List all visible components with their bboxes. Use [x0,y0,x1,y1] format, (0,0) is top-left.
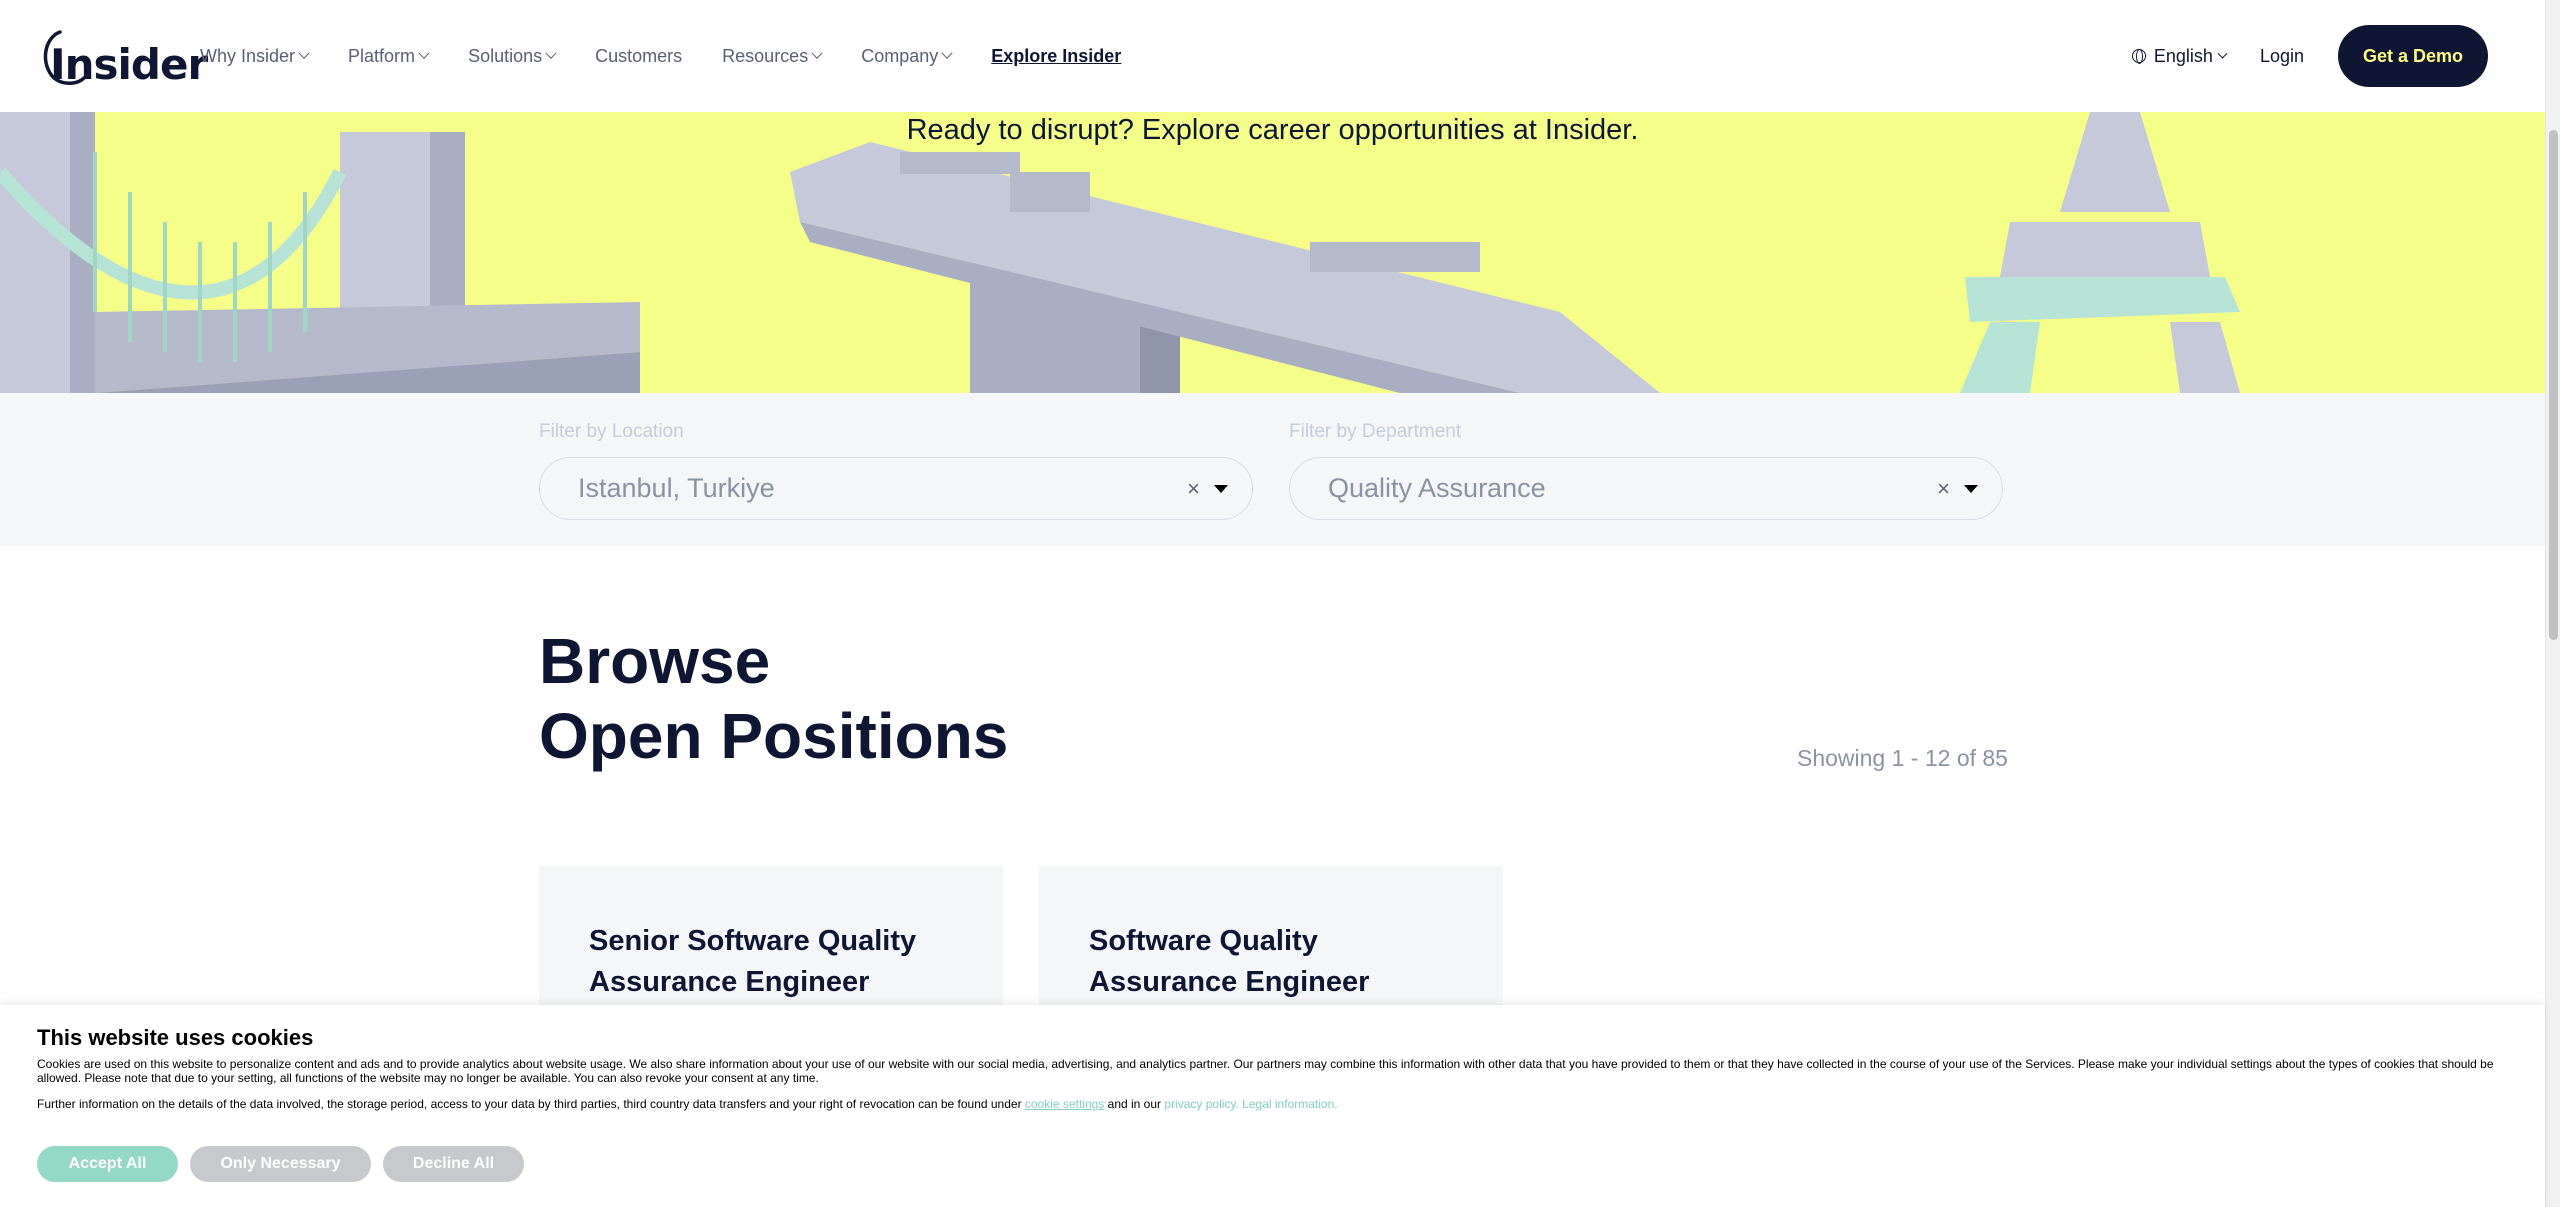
nav-label: Platform [348,45,416,66]
cookie-more-middle: and in our [1107,1097,1162,1111]
nav-label: Explore Insider [991,45,1122,66]
nav-label: Customers [595,45,683,66]
nav-explore-insider[interactable]: Explore Insider [991,40,1121,72]
nav-solutions[interactable]: Solutions [468,40,557,72]
department-select[interactable]: Quality Assurance × [1289,457,2003,520]
scrollbar-thumb[interactable] [2549,130,2558,640]
hero-banner: Ready to disrupt? Explore career opportu… [0,112,2545,393]
page-title-line1: Browse [539,625,771,697]
cookie-banner: This website uses cookies Cookies are us… [0,1005,2545,1207]
cookie-actions: Accept All Only Necessary Decline All [37,1146,524,1182]
hero-illustration [0,112,2240,393]
chevron-down-icon [941,47,953,59]
location-select[interactable]: Istanbul, Turkiye × [539,457,1253,520]
location-filter-label: Filter by Location [539,421,684,442]
department-filter: Filter by Department Quality Assurance × [1289,421,2003,520]
page-scrollbar[interactable] [2545,0,2560,1207]
main-nav: Why Insider Platform Solutions Customers… [200,40,1161,72]
clear-icon[interactable]: × [1937,476,1950,502]
clear-icon[interactable]: × [1187,476,1200,502]
cookie-description: Cookies are used on this website to pers… [37,1057,2494,1085]
chevron-down-icon [811,47,823,59]
nav-company[interactable]: Company [861,40,953,72]
caret-down-icon[interactable] [1214,484,1228,493]
nav-label: Solutions [468,45,543,66]
page-title: Browse Open Positions [539,624,1008,774]
chevron-down-icon [298,47,310,59]
logo-text: Insider [50,40,208,89]
location-filter: Filter by Location Istanbul, Turkiye × [539,421,1253,520]
accept-all-button[interactable]: Accept All [37,1146,178,1182]
results-count: Showing 1 - 12 of 85 [1797,745,2008,771]
nav-platform[interactable]: Platform [348,40,430,72]
language-label: English [2153,45,2213,66]
hero-title: Ready to disrupt? Explore career opportu… [906,114,1639,146]
cookie-more-prefix: Further information on the details of th… [37,1097,1022,1111]
nav-customers[interactable]: Customers [595,40,682,72]
cookie-settings-link[interactable]: cookie settings [1025,1097,1104,1111]
nav-label: Company [861,45,939,66]
chevron-down-icon [418,47,430,59]
cookie-more-info: Further information on the details of th… [37,1097,1338,1111]
job-title: Senior Software Quality Assurance Engine… [589,925,917,998]
privacy-policy-link[interactable]: privacy policy. [1164,1097,1238,1111]
header-actions: English Login Get a Demo [2131,25,2488,87]
filter-bar: Filter by Location Istanbul, Turkiye × F… [0,393,2545,546]
department-filter-label: Filter by Department [1289,421,1462,442]
cookie-title: This website uses cookies [37,1025,314,1050]
nav-label: Resources [722,45,809,66]
nav-why-insider[interactable]: Why Insider [200,40,310,72]
chevron-down-icon [545,47,557,59]
location-select-value: Istanbul, Turkiye [578,473,775,503]
page-title-line2: Open Positions [539,700,1009,772]
tower-illustration [1960,112,2240,393]
get-demo-button[interactable]: Get a Demo [2338,25,2488,87]
caret-down-icon[interactable] [1964,484,1978,493]
globe-icon [2131,49,2146,64]
chevron-down-icon [2217,48,2228,59]
ship-illustration [790,142,1660,393]
insider-logo[interactable]: Insider [38,26,208,89]
bridge-illustration [0,112,640,393]
language-selector[interactable]: English [2131,45,2228,67]
decline-all-button[interactable]: Decline All [383,1146,524,1182]
nav-label: Why Insider [200,45,296,66]
site-header: Insider Why Insider Platform Solutions C… [0,0,2545,112]
only-necessary-button[interactable]: Only Necessary [190,1146,371,1182]
department-select-value: Quality Assurance [1328,473,1546,503]
login-link[interactable]: Login [2260,46,2304,67]
job-title: Software Quality Assurance Engineer [1089,925,1370,998]
nav-resources[interactable]: Resources [722,40,823,72]
legal-information-link[interactable]: Legal information. [1242,1097,1337,1111]
